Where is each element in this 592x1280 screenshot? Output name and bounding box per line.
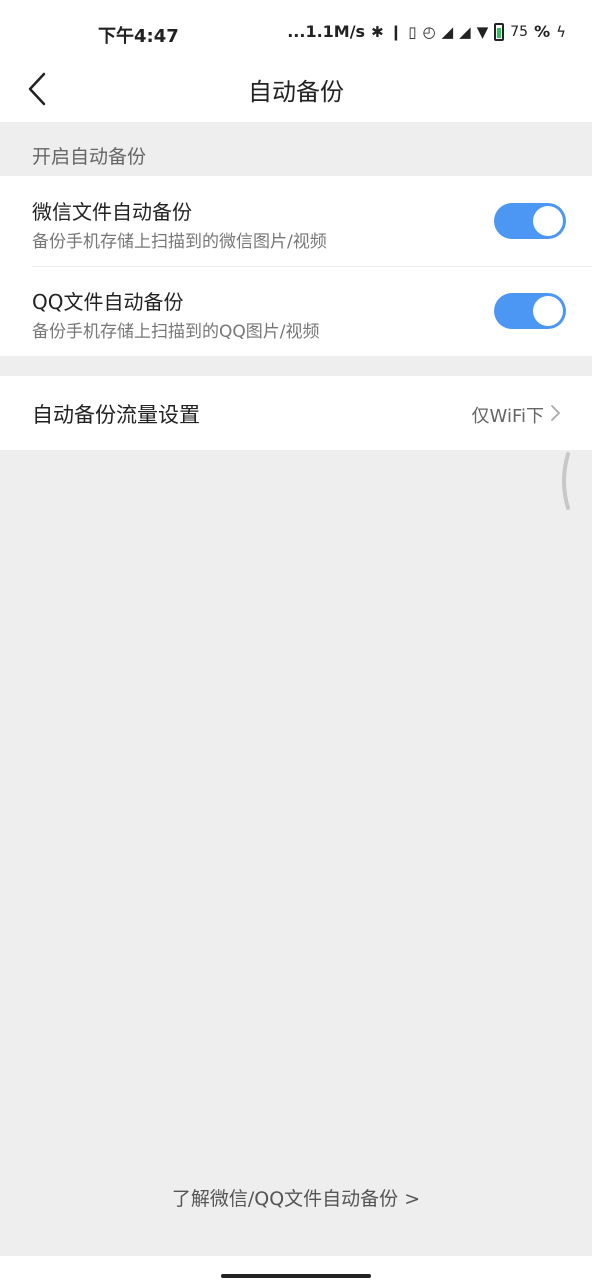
status-bar: 下午4:47 ...1.1M/s ✱ ❙ ▯ ◴ ◢ ◢ ▼ 75 % ϟ — [0, 0, 592, 64]
page-title: 自动备份 — [248, 78, 344, 106]
wechat-backup-row[interactable]: 微信文件自动备份 备份手机存储上扫描到的微信图片/视频 — [0, 176, 592, 266]
edge-gesture-handle-icon[interactable] — [558, 452, 572, 510]
wechat-backup-title: 微信文件自动备份 — [32, 200, 192, 224]
qq-backup-row[interactable]: QQ文件自动备份 备份手机存储上扫描到的QQ图片/视频 — [0, 266, 592, 356]
alarm-icon: ◴ — [422, 22, 436, 41]
traffic-setting-row[interactable]: 自动备份流量设置 仅WiFi下 — [0, 376, 592, 450]
toggle-knob — [533, 206, 563, 236]
wechat-backup-toggle[interactable] — [494, 203, 566, 239]
section-label: 开启自动备份 — [32, 146, 147, 168]
bluetooth-icon: ✱ — [371, 22, 384, 41]
qq-backup-subtitle: 备份手机存储上扫描到的QQ图片/视频 — [32, 322, 320, 342]
chevron-right-icon — [551, 405, 560, 421]
nav-header: 自动备份 — [0, 64, 592, 122]
toggle-knob — [533, 296, 563, 326]
network-speed: ...1.1M/s — [287, 22, 366, 41]
backup-toggles-card: 微信文件自动备份 备份手机存储上扫描到的微信图片/视频 QQ文件自动备份 备份手… — [0, 176, 592, 356]
nfc-icon: ❙ — [389, 22, 403, 41]
home-indicator[interactable] — [221, 1274, 371, 1278]
battery-icon — [494, 22, 505, 41]
wifi-icon: ▼ — [476, 22, 489, 41]
signal-icon: ◢ — [459, 22, 471, 41]
battery-percent-sign: % — [534, 22, 551, 41]
charging-icon: ϟ — [556, 22, 566, 41]
traffic-setting-label: 自动备份流量设置 — [32, 403, 200, 427]
learn-more-link[interactable]: 了解微信/QQ文件自动备份 > — [0, 1184, 592, 1211]
qq-backup-title: QQ文件自动备份 — [32, 290, 184, 314]
wechat-backup-subtitle: 备份手机存储上扫描到的微信图片/视频 — [32, 232, 327, 252]
hd-signal-icon: ◢ — [441, 22, 454, 41]
status-icons: ...1.1M/s ✱ ❙ ▯ ◴ ◢ ◢ ▼ 75 % ϟ — [287, 22, 566, 41]
battery-percent: 75 — [510, 23, 529, 40]
status-time: 下午4:47 — [98, 26, 179, 47]
traffic-setting-value: 仅WiFi下 — [471, 406, 544, 427]
qq-backup-toggle[interactable] — [494, 293, 566, 329]
vibrate-icon: ▯ — [408, 22, 417, 41]
